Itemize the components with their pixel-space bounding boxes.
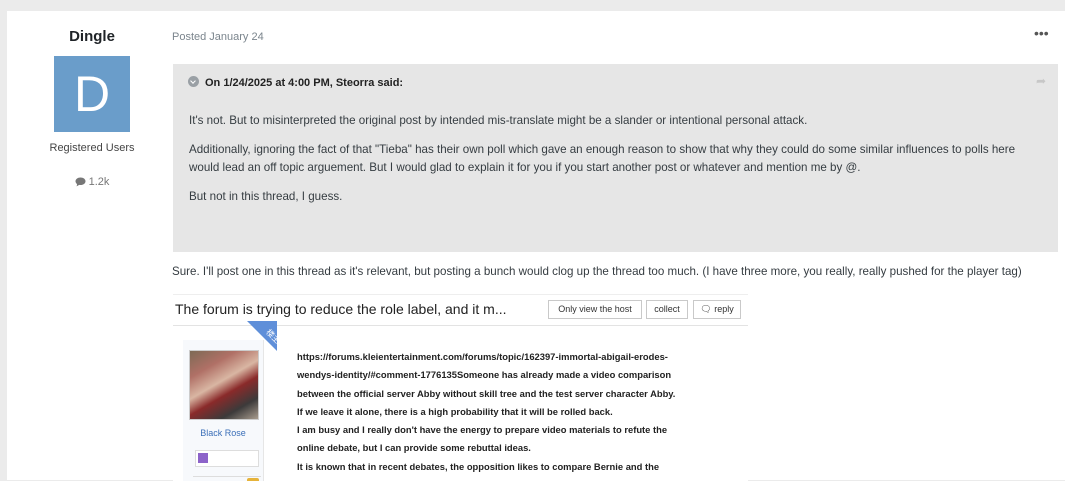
reputation: 1.2k [7,176,177,188]
quote-header[interactable]: On 1/24/2025 at 4:00 PM, Steorra said: [188,76,403,89]
collect-button: collect [646,300,688,319]
forum-post: Dingle D Registered Users 1.2k Posted Ja… [7,11,1065,481]
user-group: Registered Users [49,142,135,154]
embedded-screenshot[interactable]: The forum is trying to reduce the role l… [173,294,748,481]
level-badge-secondary [193,476,261,481]
collapse-toggle-icon[interactable] [188,76,199,87]
share-arrow-icon[interactable]: ➦ [1036,74,1046,88]
posted-date: Posted January 24 [172,31,264,43]
quote-paragraph: But not in this thread, I guess. [189,190,343,203]
more-icon[interactable]: ••• [1034,25,1049,41]
reply-text: Sure. I'll post one in this thread as it… [172,265,1022,278]
reputation-count: 1.2k [88,176,110,188]
screenshot-line: It is known that in recent debates, the … [297,460,660,472]
screenshot-line: between the official server Abby without… [297,387,676,399]
screenshot-avatar [189,350,259,420]
screenshot-text: https://forums.kleientertainment.com/for… [297,348,742,476]
only-view-host-button: Only view the host [548,300,642,319]
screenshot-line: If we leave it alone, there is a high pr… [297,405,613,417]
screenshot-line: wendys-identity/#comment-1776135Someone … [297,369,672,381]
quote-paragraph: It's not. But to misinterpreted the orig… [189,114,808,127]
screenshot-username: Black Rose [200,428,246,438]
reply-button: 🗨 reply [693,300,741,319]
chat-icon: 🗨 [700,304,712,314]
quote-block: On 1/24/2025 at 4:00 PM, Steorra said: ➦… [173,64,1058,252]
avatar[interactable]: D [54,56,130,132]
quote-body: It's not. But to misinterpreted the orig… [189,112,1039,217]
badge-icon [198,453,208,463]
reply-button-label: reply [714,304,734,314]
screenshot-line: https://forums.kleientertainment.com/for… [297,351,668,362]
screenshot-title: The forum is trying to reduce the role l… [175,301,507,317]
quote-citation: On 1/24/2025 at 4:00 PM, Steorra said: [205,77,404,89]
quote-paragraph: Additionally, ignoring the fact of that … [189,143,1016,174]
author-name[interactable]: Dingle [7,28,177,45]
screenshot-line: online debate, but I can provide some re… [297,442,531,454]
screenshot-line: I am busy and I really don't have the en… [297,424,668,436]
comment-icon [75,177,86,187]
level-badge [195,450,259,467]
